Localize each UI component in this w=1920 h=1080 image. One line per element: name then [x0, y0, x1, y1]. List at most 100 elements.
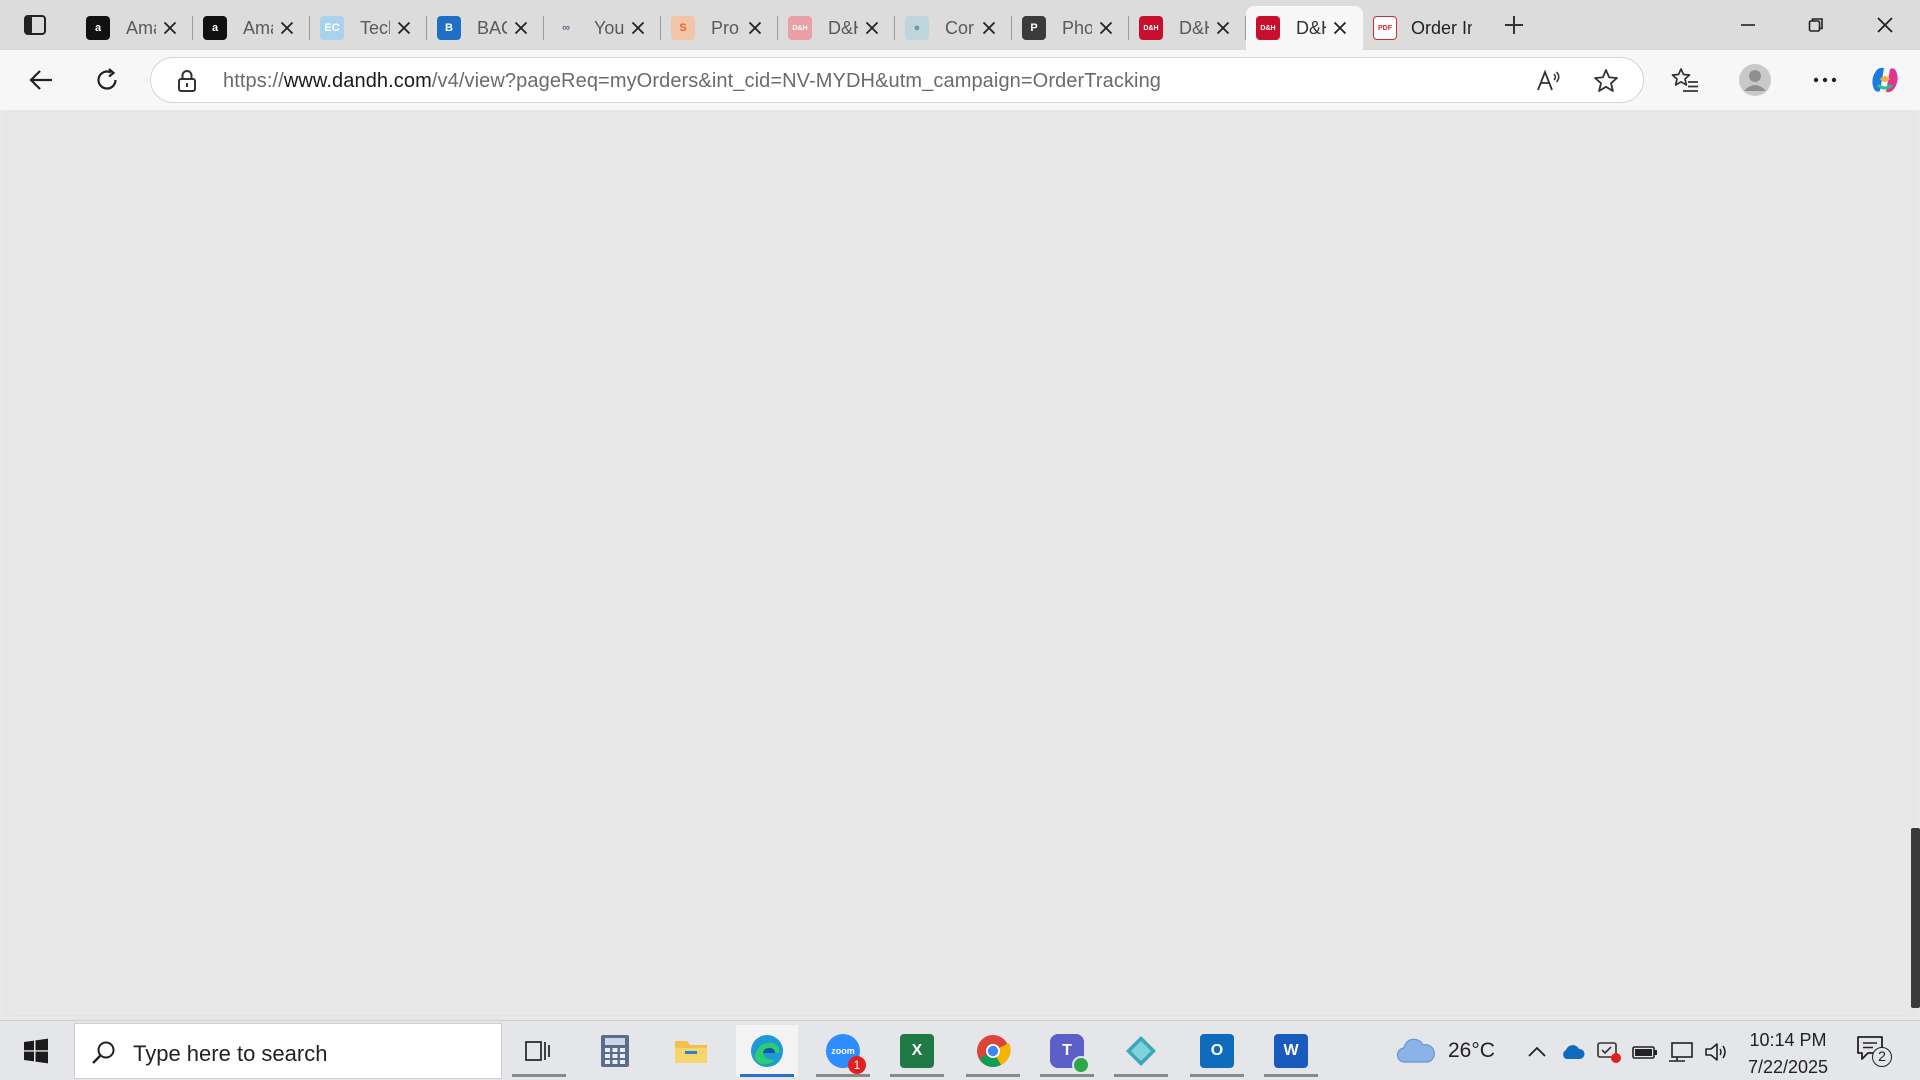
outlook-icon: O: [1200, 1034, 1234, 1068]
browser-tab[interactable]: PDF Order In: [1363, 6, 1472, 50]
close-icon: [1333, 21, 1347, 35]
running-indicator: [1190, 1074, 1244, 1077]
tab-close-button[interactable]: [1213, 18, 1233, 38]
tab-title: D&H: [828, 17, 858, 38]
arrow-left-icon: [29, 70, 52, 90]
browser-tab[interactable]: ∞ Your: [544, 6, 661, 50]
excel-icon: X: [900, 1034, 934, 1068]
browser-tab[interactable]: P Pho: [1012, 6, 1129, 50]
close-icon: [748, 21, 762, 35]
taskbar-app-edge[interactable]: [736, 1025, 798, 1077]
close-icon: [1877, 17, 1893, 33]
browser-tab[interactable]: ● Cor: [895, 6, 1012, 50]
network-tray-button[interactable]: [1668, 1039, 1694, 1065]
taskbar-search-box[interactable]: Type here to search: [74, 1023, 502, 1079]
refresh-button[interactable]: [86, 60, 128, 100]
network-icon: [1669, 1042, 1693, 1062]
read-aloud-button[interactable]: [1531, 63, 1567, 99]
tab-close-button[interactable]: [394, 18, 414, 38]
tab-title: D&H: [1179, 17, 1209, 38]
tab-close-button[interactable]: [628, 18, 648, 38]
settings-more-button[interactable]: [1804, 60, 1846, 100]
amazon-icon: a: [203, 16, 227, 40]
browser-tab[interactable]: D&H D&H: [778, 6, 895, 50]
tab-close-button[interactable]: [160, 18, 180, 38]
url-scheme: https://: [223, 70, 284, 92]
address-bar[interactable]: https://www.dandh.com/v4/view?pageReq=my…: [150, 57, 1644, 103]
url-text[interactable]: https://www.dandh.com/v4/view?pageReq=my…: [223, 70, 1161, 93]
tab-close-button[interactable]: [1330, 18, 1350, 38]
scrollbar-thumb[interactable]: [1911, 828, 1920, 1008]
browser-tab[interactable]: S Pro: [661, 6, 778, 50]
speaker-icon: [1705, 1043, 1726, 1061]
clock-time: 10:14 PM: [1749, 1030, 1827, 1050]
minimize-button[interactable]: [1713, 0, 1783, 50]
page-content-area[interactable]: [6, 111, 1914, 1016]
taskbar-app-outlook[interactable]: O: [1186, 1025, 1248, 1077]
copilot-button[interactable]: [1864, 60, 1906, 100]
tab-close-button[interactable]: [1096, 18, 1116, 38]
profile-button[interactable]: [1734, 60, 1776, 100]
battery-tray-button[interactable]: [1632, 1039, 1658, 1065]
lock-icon[interactable]: [177, 69, 197, 93]
back-button[interactable]: [20, 60, 62, 100]
notification-center-button[interactable]: 2: [1852, 1035, 1892, 1069]
weather-widget[interactable]: 26°C: [1396, 1033, 1495, 1069]
browser-tab[interactable]: D&H D&H: [1246, 6, 1363, 50]
tab-title: Amazon: [243, 17, 273, 38]
taskbar-app-excel[interactable]: X: [886, 1025, 948, 1077]
taskbar-app-diamond-app[interactable]: [1110, 1025, 1172, 1077]
copilot-icon: [1872, 67, 1898, 93]
onedrive-tray-button[interactable]: [1560, 1039, 1586, 1065]
add-favorite-button[interactable]: [1588, 63, 1624, 99]
running-indicator: [966, 1074, 1020, 1077]
close-icon: [397, 21, 411, 35]
taskbar-app-teams[interactable]: T: [1036, 1025, 1098, 1077]
tab-close-button[interactable]: [277, 18, 297, 38]
browser-tab[interactable]: EC Tech: [310, 6, 427, 50]
bac-icon: B: [437, 16, 461, 40]
volume-tray-button[interactable]: [1704, 1039, 1730, 1065]
running-indicator: [816, 1074, 870, 1077]
browser-tab[interactable]: B BAC: [427, 6, 544, 50]
search-icon: [92, 1041, 115, 1064]
edge-icon: [749, 1033, 785, 1069]
show-hidden-icons-button[interactable]: [1524, 1039, 1550, 1065]
tab-title: Cor: [945, 17, 975, 38]
security-tray-button[interactable]: [1596, 1039, 1622, 1065]
tab-title: Your: [594, 17, 624, 38]
favorites-button[interactable]: [1664, 60, 1706, 100]
browser-tab[interactable]: a Amazon: [193, 6, 310, 50]
close-icon: [982, 21, 996, 35]
taskbar-app-calculator[interactable]: [584, 1025, 646, 1077]
link-rings-icon: ∞: [554, 16, 578, 40]
tab-close-button[interactable]: [511, 18, 531, 38]
taskbar-app-file-explorer[interactable]: [660, 1025, 722, 1077]
url-host: www.dandh.com: [283, 70, 432, 92]
tab-close-button[interactable]: [979, 18, 999, 38]
close-window-button[interactable]: [1850, 0, 1920, 50]
tab-close-button[interactable]: [745, 18, 765, 38]
taskbar-app-zoom[interactable]: zoom 1: [812, 1025, 874, 1077]
url-path: /v4/view?pageReq=myOrders&int_cid=NV-MYD…: [431, 70, 1162, 92]
tab-actions-menu-button[interactable]: [14, 8, 56, 42]
running-indicator: [1114, 1074, 1168, 1077]
running-indicator: [740, 1074, 794, 1077]
browser-tab[interactable]: D&H D&H: [1129, 6, 1246, 50]
task-view-icon: [525, 1039, 553, 1063]
dandh-icon: D&H: [1256, 16, 1280, 40]
windows-taskbar: Type here to search zoom1 X T O W 26°C: [0, 1020, 1920, 1080]
new-tab-button[interactable]: [1496, 8, 1532, 42]
pdf-icon: PDF: [1373, 16, 1397, 40]
tab-title: Pho: [1062, 17, 1092, 38]
taskbar-app-word[interactable]: W: [1260, 1025, 1322, 1077]
tab-close-button[interactable]: [862, 18, 882, 38]
file-explorer-icon: [674, 1037, 708, 1065]
browser-tab[interactable]: a Amazon: [76, 6, 193, 50]
diamond-app-icon: [1124, 1034, 1158, 1068]
taskbar-app-chrome[interactable]: [962, 1025, 1024, 1077]
taskbar-app-task-view[interactable]: [508, 1025, 570, 1077]
restore-button[interactable]: [1781, 0, 1851, 50]
start-button[interactable]: [14, 1033, 58, 1069]
taskbar-clock[interactable]: 10:14 PM 7/22/2025: [1740, 1027, 1836, 1080]
